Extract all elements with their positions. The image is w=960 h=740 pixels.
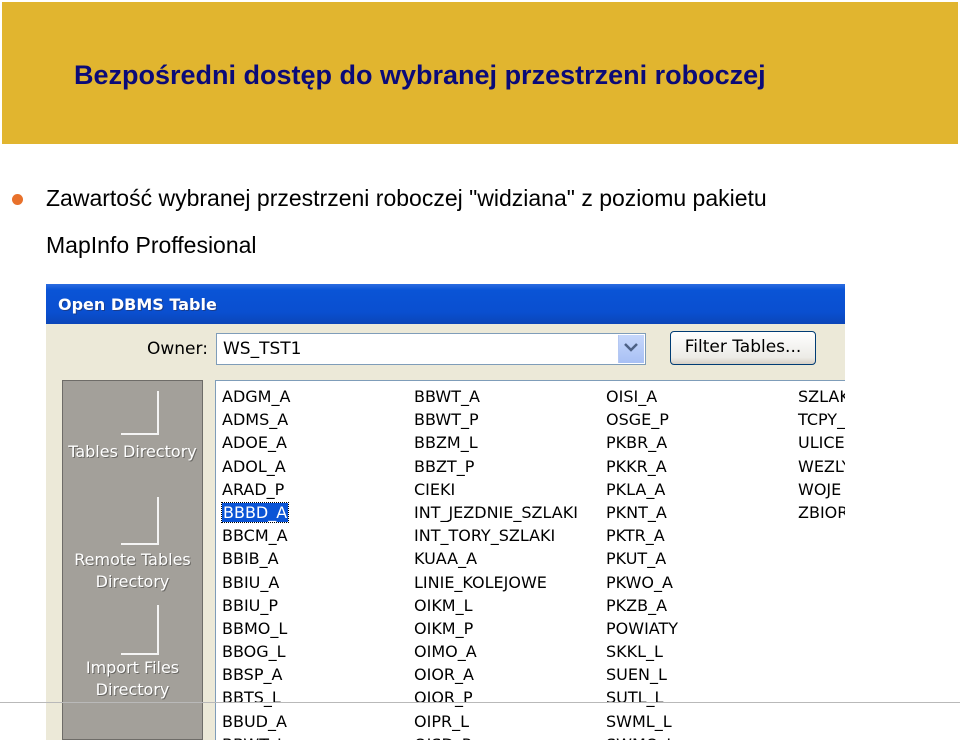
list-item[interactable]: KUAA_A (412, 547, 580, 570)
list-item[interactable]: BBIU_A (220, 571, 292, 594)
list-item[interactable]: PKBR_A (604, 431, 680, 454)
list-item[interactable]: ZBIOR (796, 501, 845, 524)
list-item[interactable]: BBIU_P (220, 594, 292, 617)
sidebar-connector (121, 653, 159, 655)
list-column-3: OISI_A OSGE_P PKBR_A PKKR_A PKLA_A PKNT_A PKTR… (604, 385, 680, 740)
sidebar-connector (121, 543, 159, 545)
list-item[interactable]: POWIATY (604, 617, 680, 640)
list-item[interactable]: SUTL_L (604, 686, 680, 709)
list-item[interactable]: INT_JEZDNIE_SZLAKI (412, 501, 580, 524)
footer-divider (0, 702, 960, 703)
list-item[interactable]: PKZB_A (604, 594, 680, 617)
list-item[interactable]: BBZM_L (412, 431, 580, 454)
sidebar-connector (157, 497, 159, 545)
list-item[interactable]: OIKM_L (412, 594, 580, 617)
list-item[interactable]: SWML_L (604, 710, 680, 733)
list-item[interactable]: ADGM_A (220, 385, 292, 408)
list-column-4: SZLAKITCPY_ULICEWEZLYWOJEZBIOR (796, 385, 845, 524)
sidebar-item-label: Import Files (85, 658, 180, 677)
sidebar-item-tables-directory[interactable]: Tables Directory (63, 441, 202, 463)
list-item[interactable]: OIMO_A (412, 640, 580, 663)
list-item[interactable]: BBWT_L (220, 733, 292, 740)
dropdown-arrow-button[interactable] (618, 335, 644, 363)
sidebar-item-label: Directory (95, 680, 170, 699)
chevron-down-icon (624, 343, 638, 352)
list-item[interactable]: OIPR_L (412, 710, 580, 733)
list-item[interactable]: PKWO_A (604, 571, 680, 594)
list-item[interactable]: BBMO_L (220, 617, 292, 640)
dialog-titlebar[interactable]: Open DBMS Table (46, 284, 845, 324)
list-item[interactable]: OISI_A (604, 385, 680, 408)
list-item[interactable]: WEZLY (796, 455, 845, 478)
list-item[interactable]: BBTS_L (220, 686, 292, 709)
owner-value: WS_TST1 (223, 339, 302, 359)
list-item[interactable]: BBBD_A (220, 501, 292, 524)
list-item[interactable]: SZLAKI (796, 385, 845, 408)
sidebar-item-label: Tables Directory (68, 442, 197, 461)
list-item[interactable]: BBWT_P (412, 408, 580, 431)
owner-label: Owner: (147, 339, 208, 359)
open-dbms-table-dialog: Open DBMS Table Owner: WS_TST1 Filter Ta… (46, 284, 845, 740)
list-item[interactable]: BBWT_A (412, 385, 580, 408)
list-item[interactable]: BBOG_L (220, 640, 292, 663)
list-item[interactable]: BBUD_A (220, 710, 292, 733)
list-item[interactable]: SUEN_L (604, 663, 680, 686)
list-item[interactable]: BBCM_A (220, 524, 292, 547)
list-column-1: ADGM_A ADMS_A ADOE_A ADOL_A ARAD_P BBBD_A BBCM… (220, 385, 292, 740)
sidebar-item-label: Directory (95, 572, 170, 591)
list-item[interactable]: CIEKI (412, 478, 580, 501)
sidebar-connector (157, 605, 159, 655)
list-item[interactable]: OIOR_P (412, 686, 580, 709)
list-item[interactable]: LINIE_KOLEJOWE (412, 571, 580, 594)
list-item[interactable]: PKLA_A (604, 478, 680, 501)
bullet-text-line2: MapInfo Proffesional (46, 232, 257, 258)
list-item[interactable]: OIOR_A (412, 663, 580, 686)
list-item[interactable]: WOJE (796, 478, 845, 501)
list-item[interactable]: PKKR_A (604, 455, 680, 478)
sidebar-item-import-files[interactable]: Import Files Directory (63, 657, 202, 701)
bullet-text-line1: Zawartość wybranej przestrzeni roboczej … (46, 185, 767, 211)
list-column-2: BBWT_A BBWT_P BBZM_L BBZT_P CIEKI INT_JEZDNIE… (412, 385, 580, 740)
bullet-dot-icon (12, 194, 23, 205)
filter-tables-button[interactable]: Filter Tables... (670, 331, 816, 365)
list-item[interactable]: ARAD_P (220, 478, 292, 501)
dialog-title: Open DBMS Table (58, 295, 217, 314)
list-item[interactable]: BBIB_A (220, 547, 292, 570)
owner-dropdown[interactable]: WS_TST1 (216, 333, 646, 365)
list-item[interactable]: OIKM_P (412, 617, 580, 640)
sidebar-connector (157, 391, 159, 435)
tables-listbox[interactable]: ADGM_A ADMS_A ADOE_A ADOL_A ARAD_P BBBD_A BBCM… (215, 380, 845, 740)
list-item[interactable]: ADOE_A (220, 431, 292, 454)
list-item[interactable]: ULICE (796, 431, 845, 454)
list-item[interactable]: ADOL_A (220, 455, 292, 478)
list-item[interactable]: SKKL_L (604, 640, 680, 663)
list-item[interactable]: PKTR_A (604, 524, 680, 547)
list-item[interactable]: ADMS_A (220, 408, 292, 431)
sidebar-item-label: Remote Tables (74, 550, 191, 569)
list-item[interactable]: PKNT_A (604, 501, 680, 524)
list-item[interactable]: OISD_P (412, 733, 580, 740)
list-item[interactable]: BBZT_P (412, 455, 580, 478)
list-item[interactable]: PKUT_A (604, 547, 680, 570)
slide-title: Bezpośredni dostęp do wybranej przestrze… (74, 60, 766, 90)
list-item[interactable]: TCPY_ (796, 408, 845, 431)
directory-sidebar: Tables Directory Remote Tables Directory… (62, 380, 203, 740)
list-item[interactable]: BBSP_A (220, 663, 292, 686)
sidebar-connector (121, 433, 159, 435)
list-item[interactable]: OSGE_P (604, 408, 680, 431)
list-item[interactable]: SWMO_L (604, 733, 680, 740)
sidebar-item-remote-tables[interactable]: Remote Tables Directory (63, 549, 202, 593)
list-item[interactable]: INT_TORY_SZLAKI (412, 524, 580, 547)
